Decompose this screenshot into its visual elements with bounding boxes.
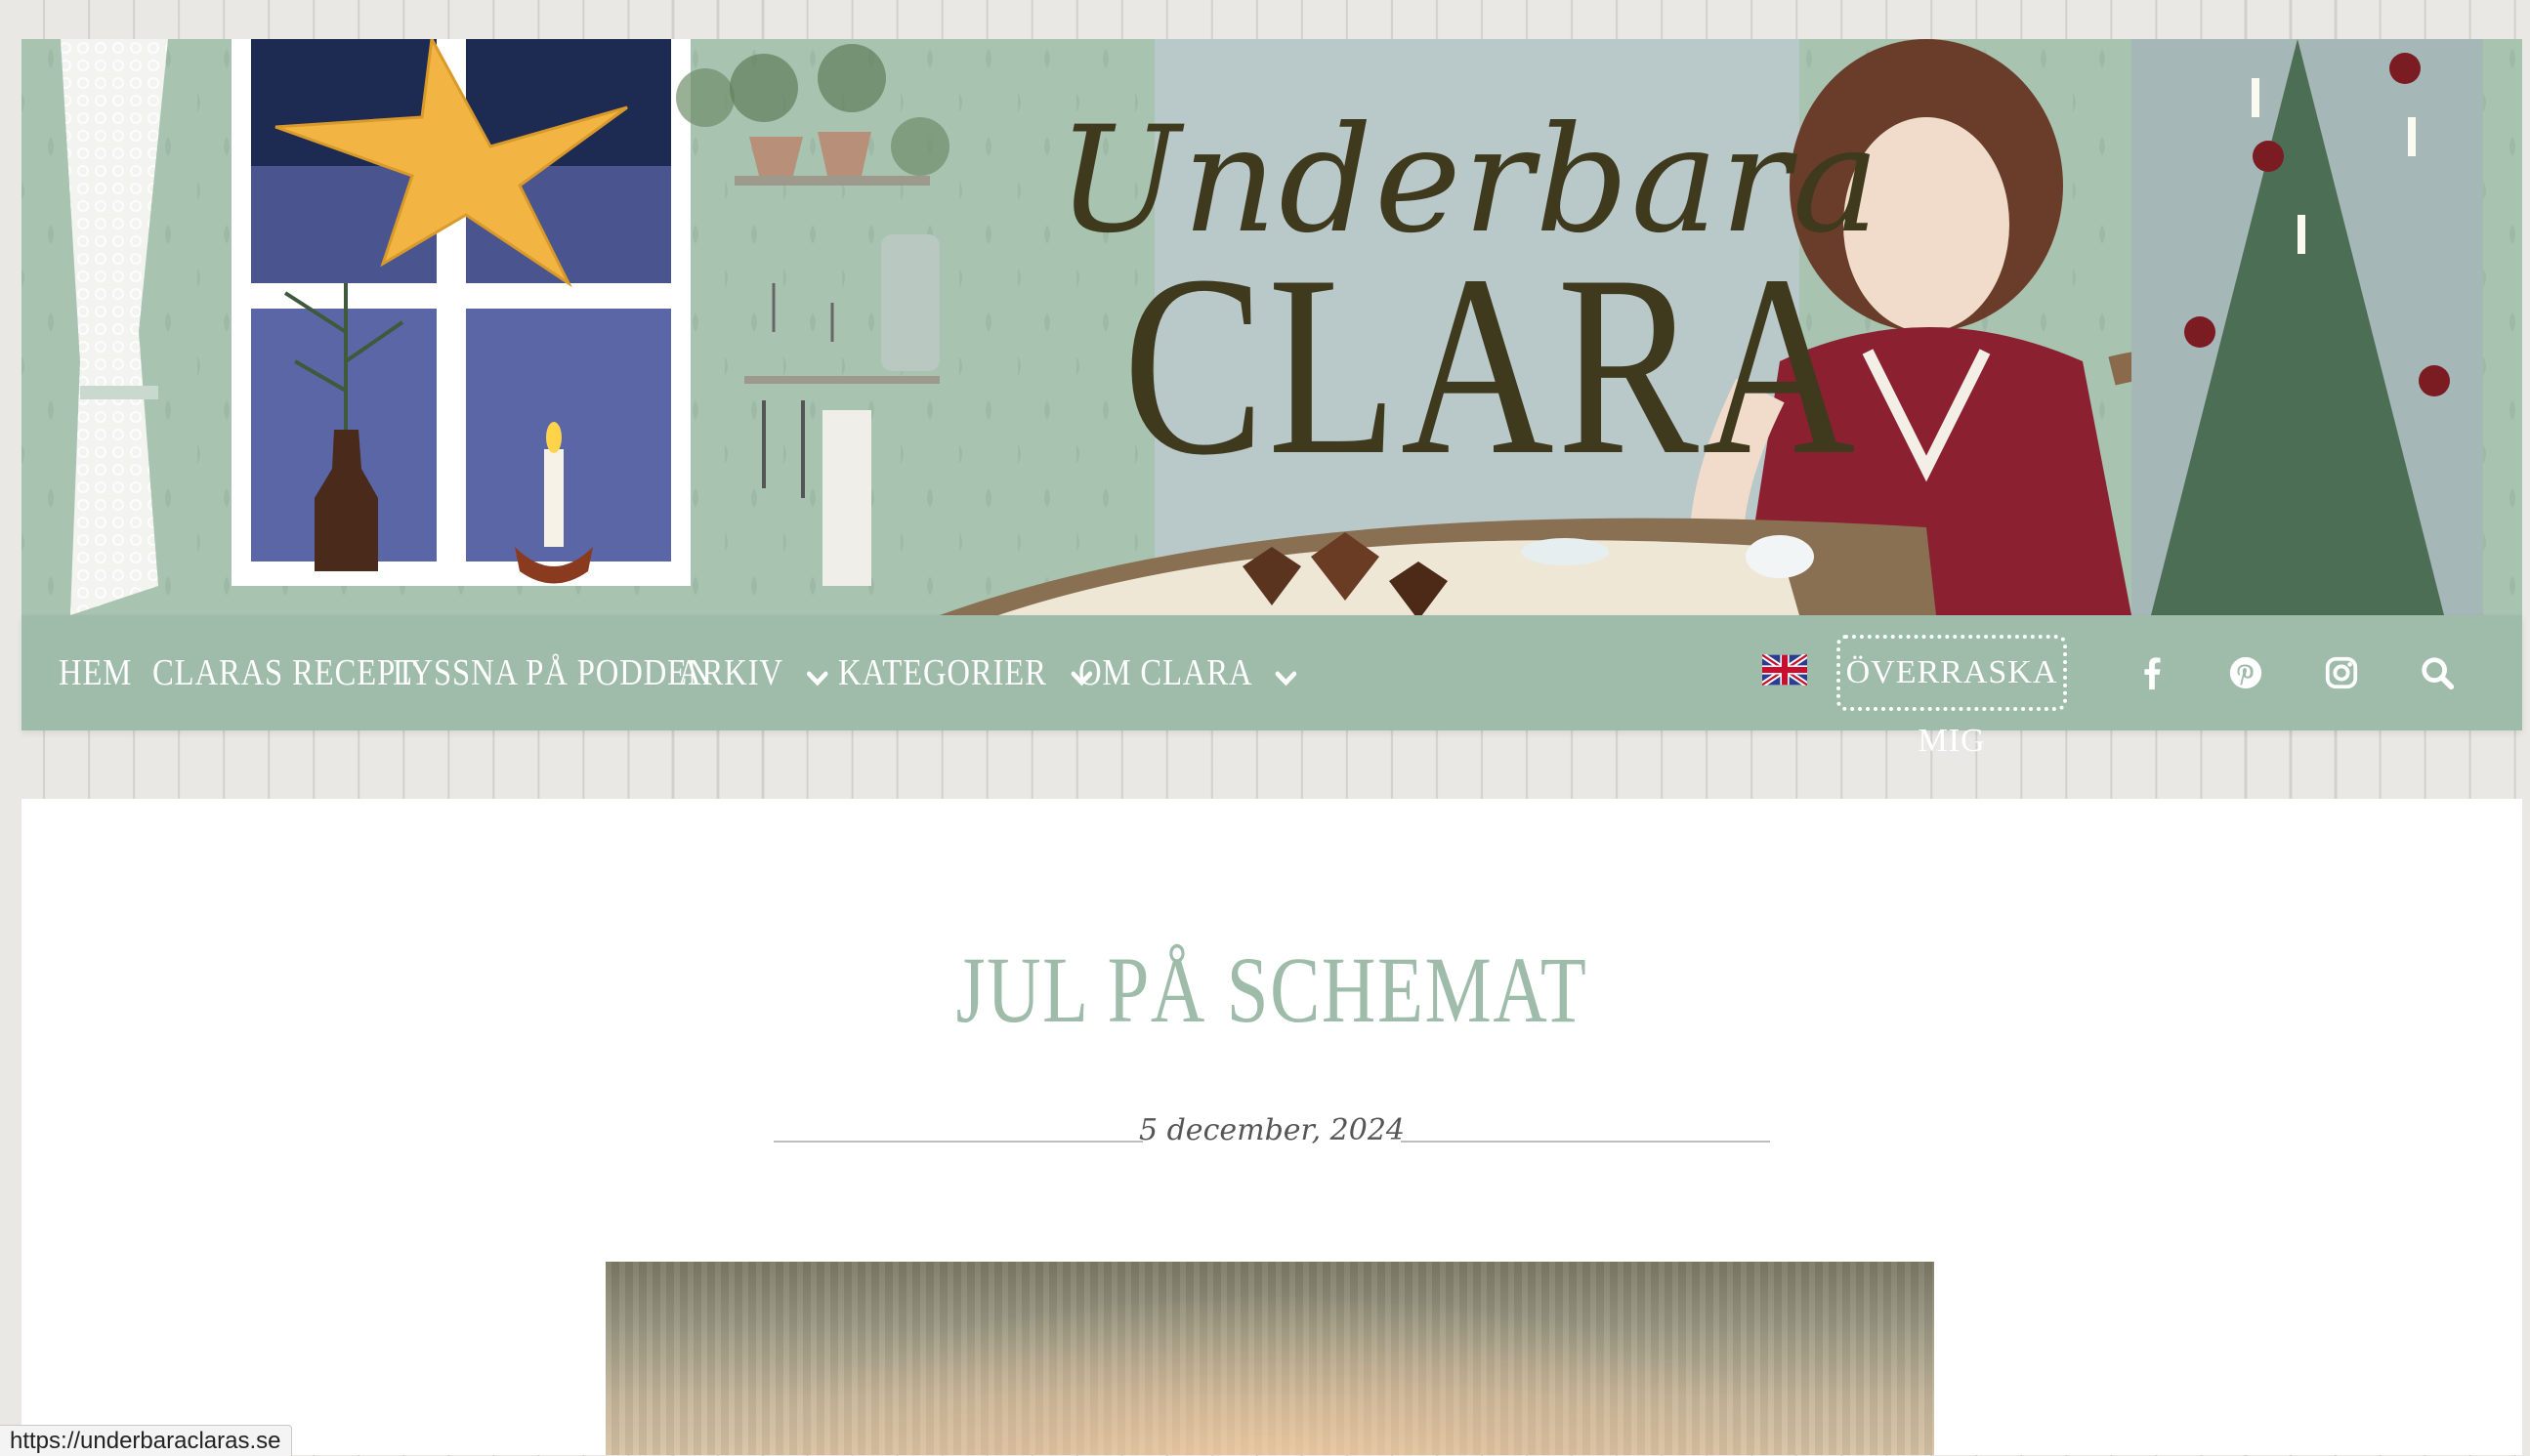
facebook-icon[interactable] [2133,654,2171,691]
logo-main: CLARA [1122,223,1859,509]
instagram-icon[interactable] [2323,654,2360,691]
chevron-down-icon [807,618,828,733]
curtain-tie [80,386,158,399]
nav-item-label: ARKIV [678,652,783,693]
date-divider-right [1401,1141,1770,1143]
chevron-down-icon [1275,618,1297,733]
nav-item-claras-recept[interactable]: CLARAS RECEPT [152,615,416,730]
header-banner[interactable]: Underbara CLARA [21,39,2522,615]
link-status-bar: https://underbaraclaras.se [0,1425,292,1456]
nav-item-label: OM CLARA [1078,652,1251,693]
candle [544,449,564,547]
uk-flag-icon[interactable] [1762,654,1807,686]
post-featured-image[interactable] [606,1262,1934,1455]
search-icon[interactable] [2419,654,2456,691]
main-navigation: HEM CLARAS RECEPT LYSSNA PÅ PODDEN ARKIV… [21,615,2522,759]
nav-item-label: HEM [59,652,133,693]
nav-item-label: LYSSNA PÅ PODDEN [393,652,712,693]
post-title[interactable]: JUL PÅ SCHEMAT [272,936,2272,1044]
nav-item-label: CLARAS RECEPT [152,652,416,693]
nav-item-label: KATEGORIER [838,652,1047,693]
nav-item-om-clara[interactable]: OM CLARA [1078,615,1297,730]
post-card: JUL PÅ SCHEMAT 5 december, 2024 [21,799,2522,1455]
pinterest-icon[interactable] [2227,654,2264,691]
surprise-me-button[interactable]: ÖVERRASKA MIG [1836,635,2067,759]
nav-item-arkiv[interactable]: ARKIV [678,615,828,730]
nav-item-kategorier[interactable]: KATEGORIER [838,615,1093,730]
image-light-overlay [606,1262,1934,1455]
nav-item-lyssna-pa-podden[interactable]: LYSSNA PÅ PODDEN [393,615,711,730]
nav-item-hem[interactable]: HEM [59,615,132,730]
